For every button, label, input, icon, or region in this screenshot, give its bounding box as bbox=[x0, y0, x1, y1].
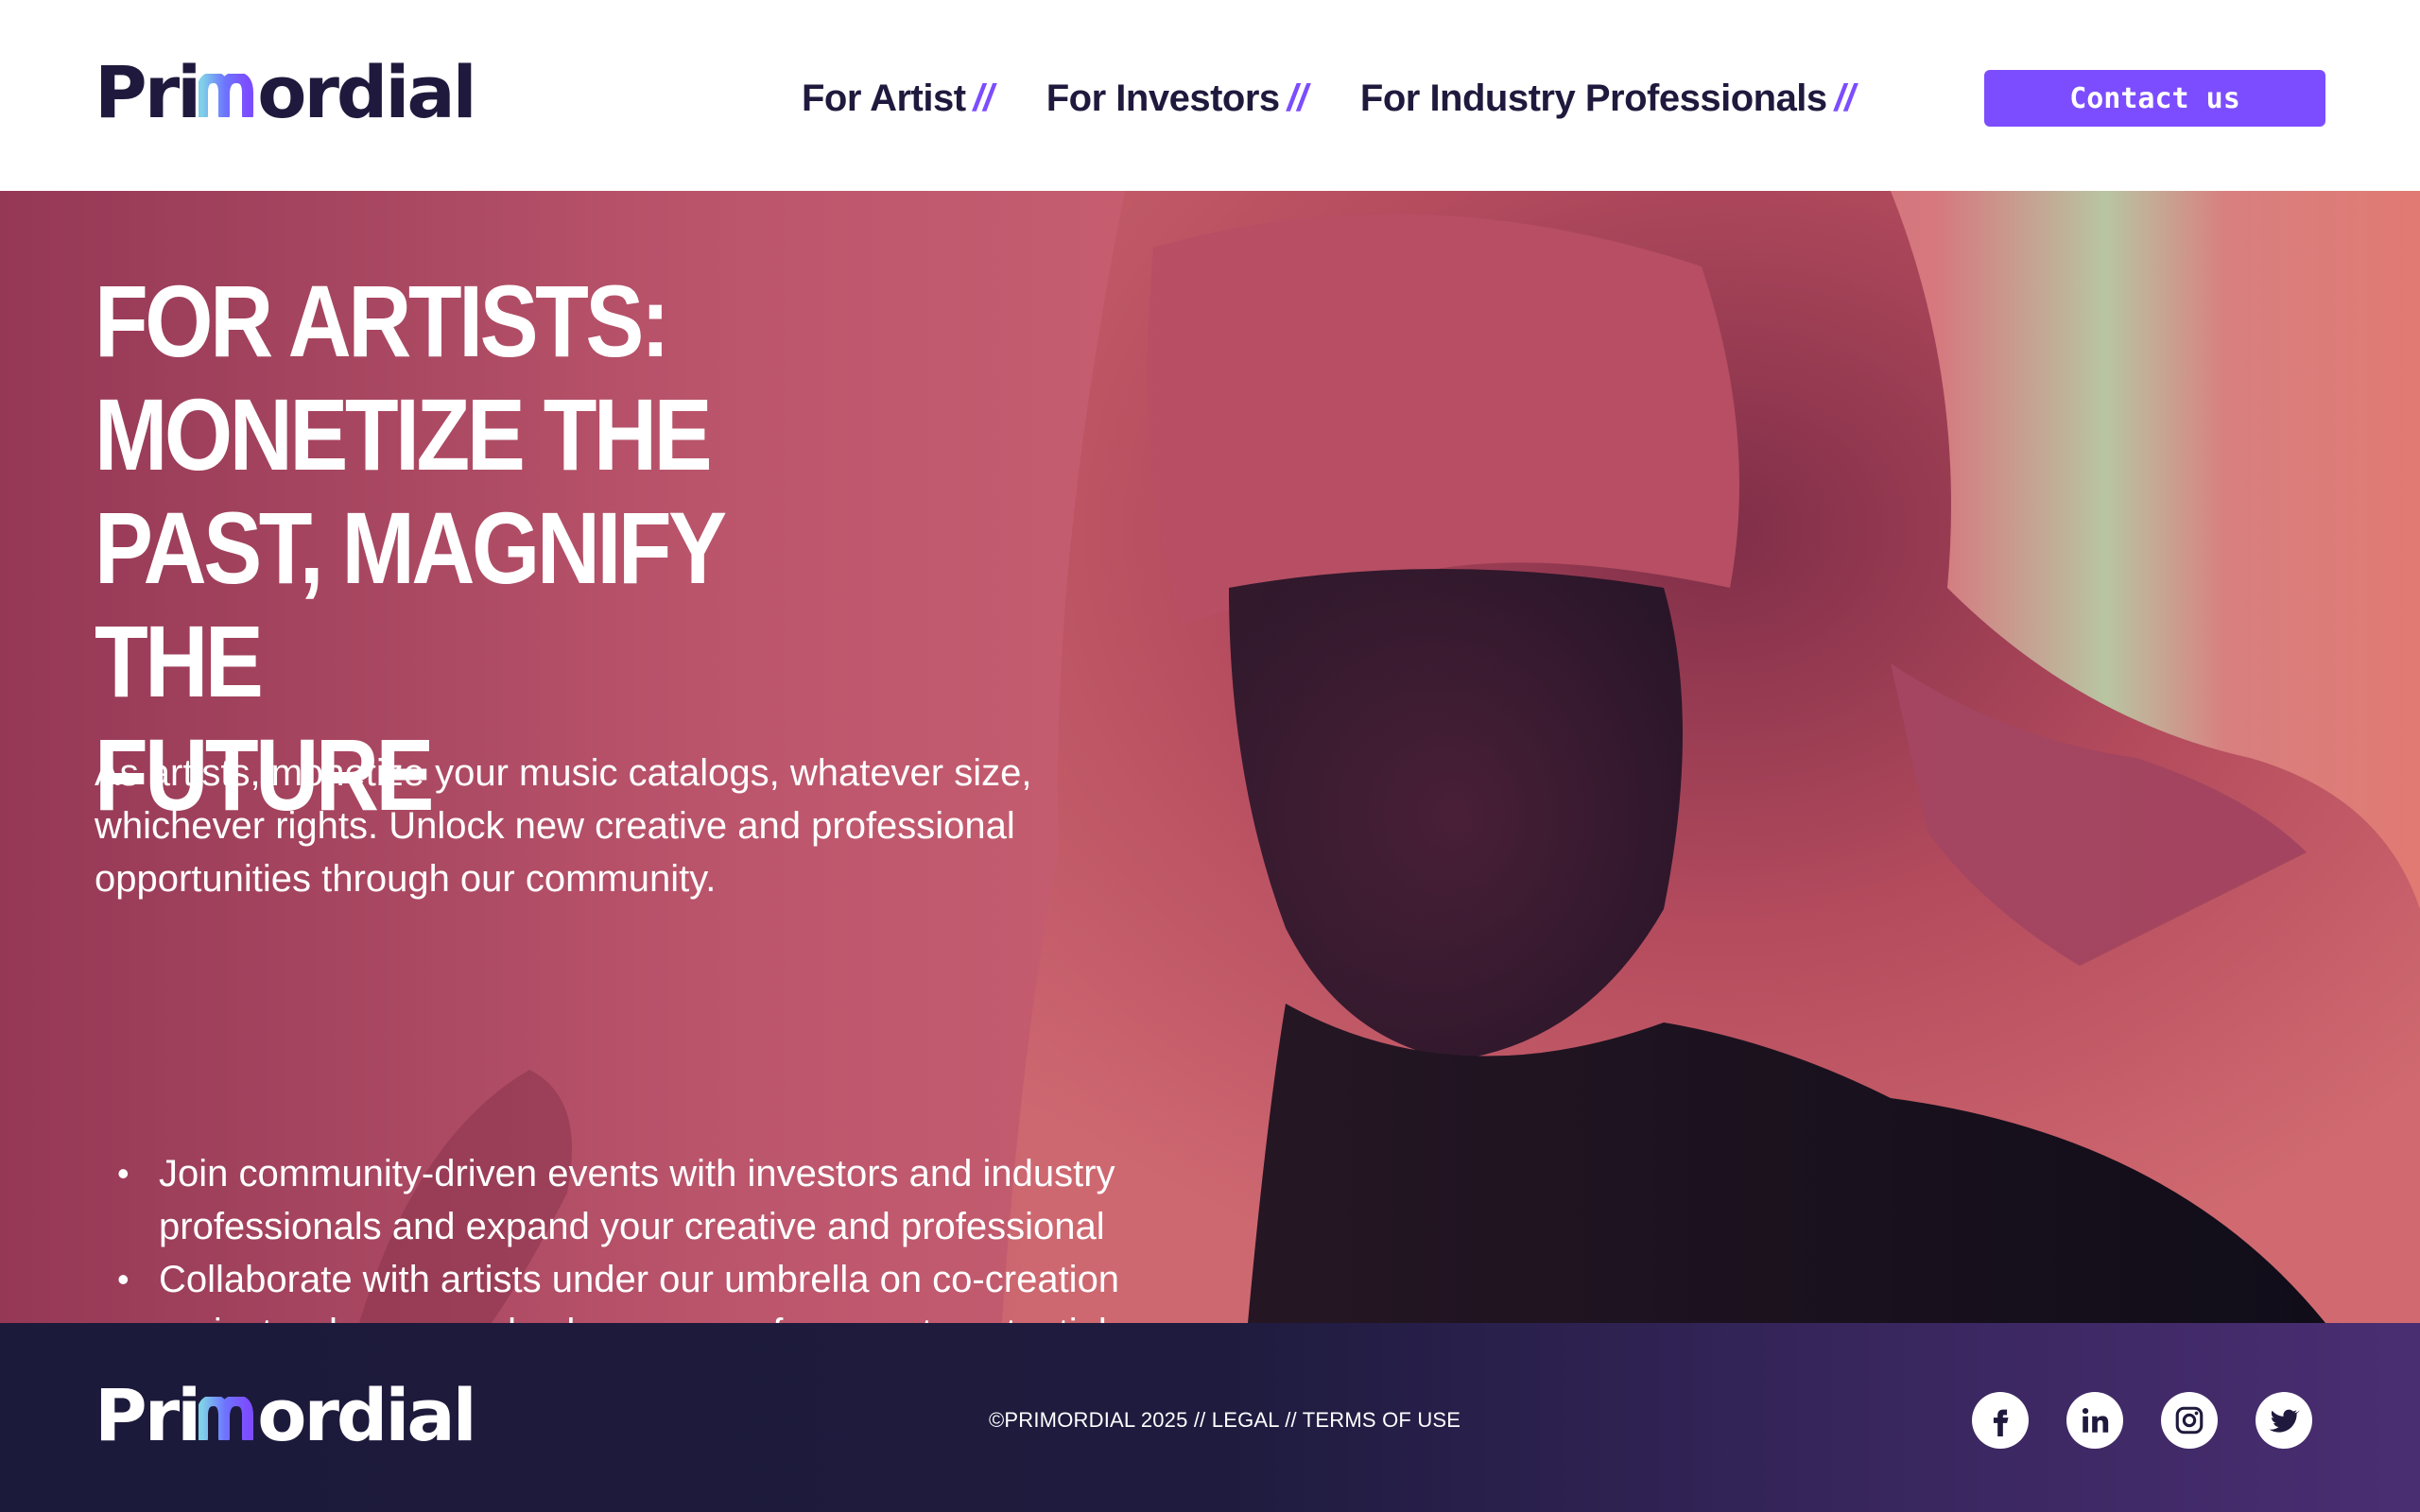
nav-slash-divider: // bbox=[1834, 77, 1856, 119]
nav-label-for-industry-professionals: For Industry Professionals bbox=[1359, 77, 1827, 119]
instagram-link[interactable] bbox=[2161, 1392, 2218, 1449]
list-item: Join community-driven events with invest… bbox=[95, 1147, 1191, 1253]
hero-description: As artists, monetize your music catalogs… bbox=[95, 752, 1032, 900]
hero-title-line-3: PAST, MAGNIFY THE bbox=[95, 490, 725, 718]
linkedin-icon bbox=[2082, 1407, 2109, 1433]
twitter-icon bbox=[2269, 1409, 2300, 1433]
nav-slash-divider: // bbox=[1287, 77, 1308, 119]
logo-text-right: ordial bbox=[257, 1373, 476, 1457]
nav-label-for-investors: For Investors bbox=[1046, 77, 1280, 119]
nav-for-artist[interactable]: For Artist// bbox=[802, 77, 994, 120]
facebook-icon bbox=[1993, 1409, 2009, 1436]
site-header: Pri ordial For Artist// For Investors// … bbox=[0, 0, 2420, 191]
logo-text-left: Pri bbox=[95, 1373, 201, 1457]
nav-slash-divider: // bbox=[973, 77, 994, 119]
legal-links[interactable]: ©PRIMORDIAL 2025 // LEGAL // TERMS OF US… bbox=[989, 1408, 1461, 1433]
linkedin-link[interactable] bbox=[2066, 1392, 2123, 1449]
nav-for-investors[interactable]: For Investors// bbox=[1046, 77, 1308, 120]
main-nav: For Artist// For Investors// For Industr… bbox=[802, 74, 1855, 123]
contact-us-button[interactable]: Contact us bbox=[1984, 70, 2325, 127]
hero-title-line-2: MONETIZE THE bbox=[95, 377, 713, 491]
logo-text-right: ordial bbox=[257, 50, 476, 134]
nav-label-for-artist: For Artist bbox=[802, 77, 966, 119]
footer-primordial-logo[interactable]: Pri ordial bbox=[95, 1378, 477, 1453]
primordial-logo[interactable]: Pri ordial bbox=[95, 55, 477, 130]
logo-m-mark-icon bbox=[199, 55, 257, 130]
nav-for-industry-professionals[interactable]: For Industry Professionals// bbox=[1359, 77, 1856, 120]
site-footer: Pri ordial ©PRIMORDIAL 2025 // LEGAL // … bbox=[0, 1323, 2420, 1512]
hero-title-line-1: FOR ARTISTS: bbox=[95, 264, 670, 378]
logo-text-left: Pri bbox=[95, 50, 201, 134]
social-links bbox=[1972, 1392, 2312, 1449]
facebook-link[interactable] bbox=[1972, 1392, 2029, 1449]
logo-m-mark-icon bbox=[197, 1373, 257, 1457]
hero-benefits-list: Join community-driven events with invest… bbox=[95, 1147, 1191, 1323]
twitter-link[interactable] bbox=[2256, 1392, 2312, 1449]
instagram-icon bbox=[2175, 1406, 2204, 1435]
hero-section: FOR ARTISTS: MONETIZE THE PAST, MAGNIFY … bbox=[0, 191, 2420, 1323]
list-item: Collaborate with artists under our umbre… bbox=[95, 1253, 1191, 1323]
